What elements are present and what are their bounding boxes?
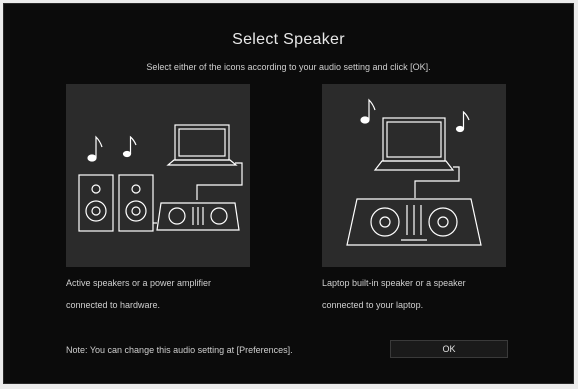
caption-line: connected to your laptop.: [322, 300, 424, 310]
active-speakers-caption: Active speakers or a power amplifier con…: [66, 272, 266, 316]
speaker-right-icon: [118, 174, 154, 232]
laptop-icon: [373, 117, 455, 171]
laptop-icon: [166, 124, 238, 166]
laptop-speaker-illustration: [346, 98, 482, 246]
active-speakers-illustration: [78, 124, 243, 232]
speaker-left-icon: [78, 174, 114, 232]
dj-controller-icon: [346, 198, 482, 246]
caption-line: Laptop built-in speaker or a speaker: [322, 278, 466, 288]
dj-controller-icon: [156, 202, 240, 231]
dialog-title: Select Speaker: [232, 31, 345, 48]
dialog-instructions: Select either of the icons according to …: [146, 62, 431, 72]
music-note-icon: [87, 135, 103, 162]
music-note-icon: [455, 110, 470, 133]
caption-line: Active speakers or a power amplifier: [66, 278, 212, 288]
preferences-note: Note: You can change this audio setting …: [66, 345, 293, 355]
laptop-speaker-option[interactable]: [322, 84, 506, 267]
ok-button[interactable]: OK: [390, 340, 508, 358]
music-note-icon: [122, 135, 137, 158]
music-note-icon: [360, 98, 376, 124]
active-speakers-option[interactable]: [66, 84, 250, 267]
caption-line: connected to hardware.: [66, 300, 161, 310]
laptop-speaker-caption: Laptop built-in speaker or a speaker con…: [322, 272, 522, 316]
